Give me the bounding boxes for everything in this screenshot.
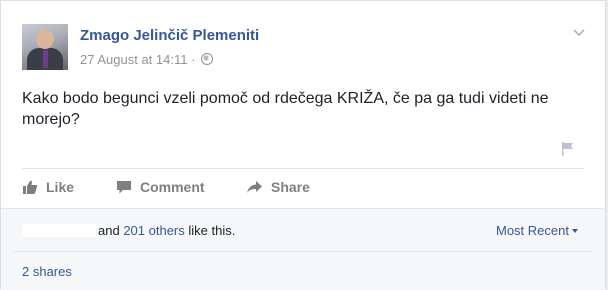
likes-others-link[interactable]: 201 others: [123, 223, 184, 238]
shares-link[interactable]: 2 shares: [22, 264, 72, 279]
comment-label: Comment: [140, 179, 205, 195]
divider: [13, 251, 593, 252]
post-text: Kako bodo begunci vzeli pomoč od rdečega…: [22, 90, 549, 128]
chevron-down-icon[interactable]: [573, 26, 585, 38]
flag-icon[interactable]: [560, 141, 576, 157]
sort-dropdown[interactable]: Most Recent: [496, 223, 578, 238]
likes-and: and: [98, 223, 120, 238]
meta-separator: ·: [191, 52, 196, 67]
thumbs-up-icon: [23, 180, 38, 194]
caret-down-icon: [571, 229, 578, 233]
avatar-face: [36, 29, 54, 49]
share-label: Share: [271, 179, 310, 195]
comment-button[interactable]: Comment: [116, 179, 205, 195]
sort-label: Most Recent: [496, 223, 569, 238]
share-button[interactable]: Share: [246, 179, 310, 195]
likes-bar: and 201 others like this. Most Recent 2 …: [1, 208, 605, 290]
avatar[interactable]: [22, 24, 68, 70]
action-bar: Like Comment Share: [1, 169, 605, 207]
likes-suffix: like this.: [188, 223, 236, 238]
share-arrow-icon: [247, 181, 262, 193]
comment-icon: [117, 181, 131, 194]
post-timestamp[interactable]: 27 August at 14:11: [80, 52, 187, 67]
like-button[interactable]: Like: [22, 179, 74, 195]
avatar-tie: [43, 50, 48, 68]
post-card: Zmago Jelinčič Plemeniti 27 August at 14…: [0, 0, 606, 290]
redacted-name: [22, 224, 96, 237]
likes-summary: and 201 others like this.: [22, 223, 235, 238]
like-label: Like: [46, 179, 75, 195]
post-meta: 27 August at 14:11 ·: [80, 52, 214, 67]
globe-icon[interactable]: [201, 53, 214, 65]
post-author-name[interactable]: Zmago Jelinčič Plemeniti: [80, 27, 259, 44]
